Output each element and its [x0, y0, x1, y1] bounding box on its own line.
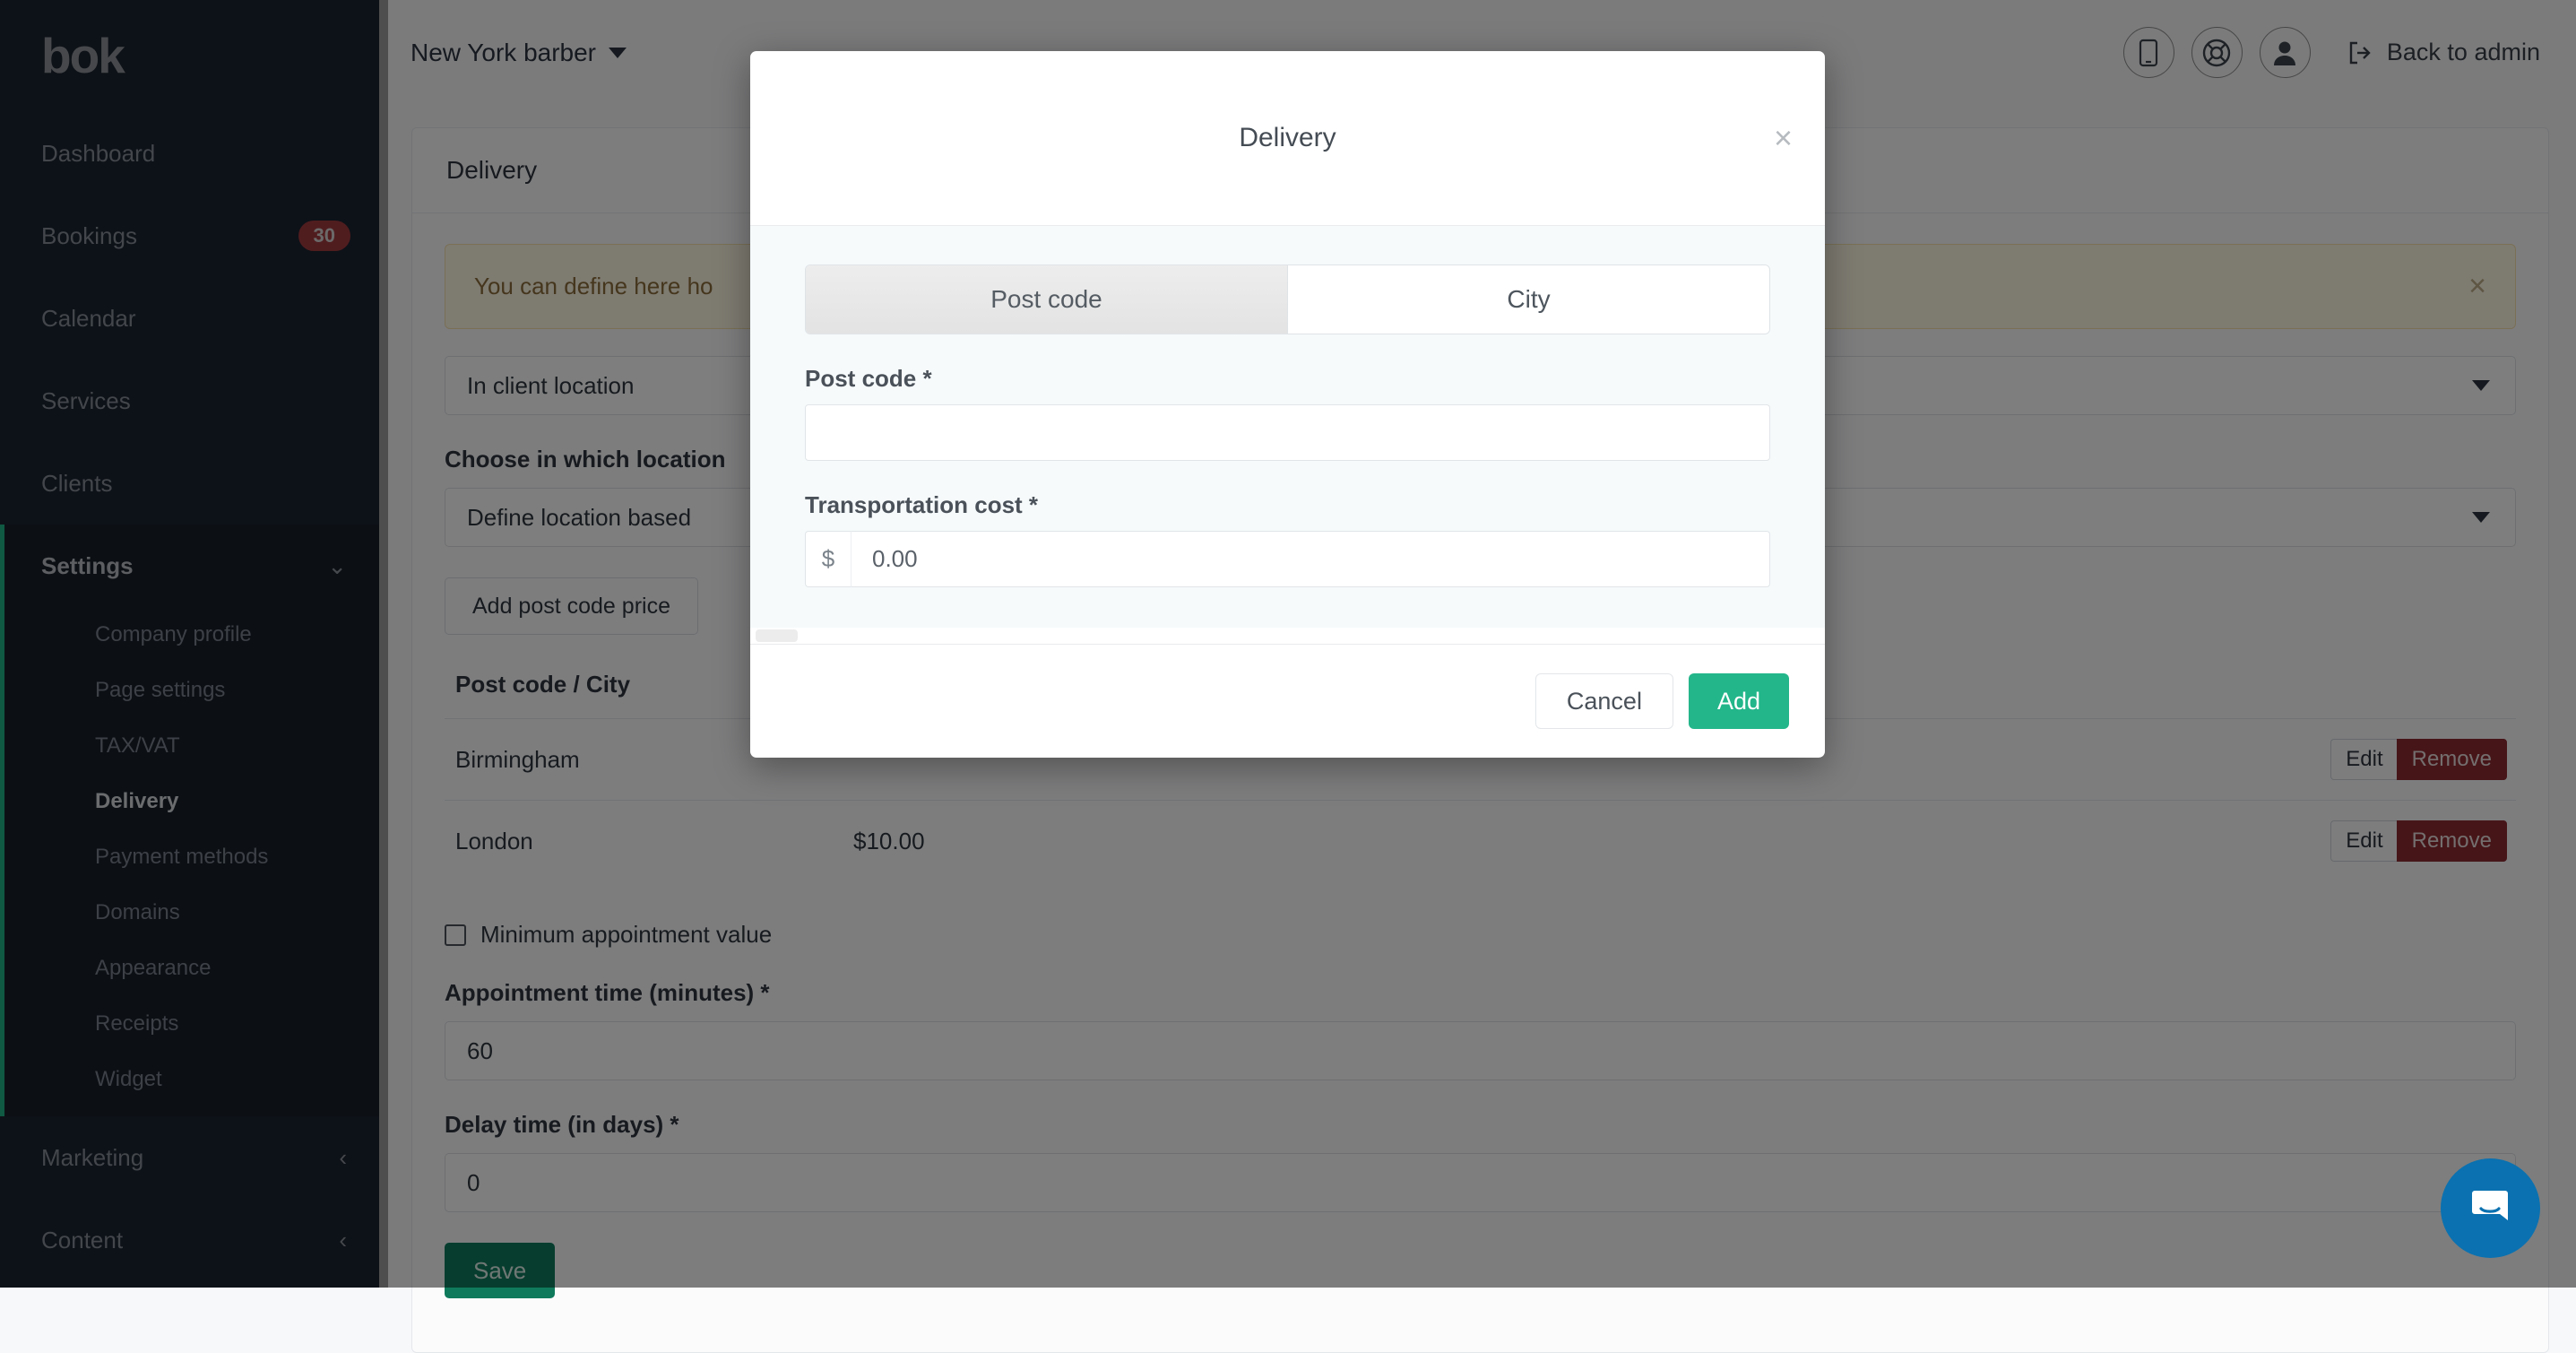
scrollbar-thumb[interactable] [756, 629, 798, 642]
currency-symbol: $ [805, 531, 851, 587]
modal-body: Post code City Post code * Transportatio… [750, 226, 1825, 628]
modal-horizontal-scrollbar[interactable] [750, 628, 1825, 644]
modal-footer: Cancel Add [750, 644, 1825, 758]
delivery-modal: Delivery × Post code City Post code * Tr… [750, 51, 1825, 758]
modal-title: Delivery [1239, 123, 1336, 153]
transportation-cost-label: Transportation cost * [805, 491, 1770, 519]
transportation-cost-input[interactable]: 0.00 [851, 531, 1770, 587]
cancel-button[interactable]: Cancel [1535, 673, 1673, 729]
tab-city[interactable]: City [1288, 265, 1769, 334]
modal-tabs: Post code City [805, 265, 1770, 334]
transportation-cost-group: $ 0.00 [805, 531, 1770, 587]
post-code-input[interactable] [805, 404, 1770, 461]
intercom-chat-button[interactable] [2441, 1158, 2540, 1258]
modal-header: Delivery × [750, 51, 1825, 226]
add-button[interactable]: Add [1689, 673, 1789, 729]
chat-bubble-icon [2466, 1184, 2516, 1234]
tab-post-code[interactable]: Post code [806, 265, 1288, 334]
transportation-cost-value: 0.00 [872, 545, 918, 573]
close-icon[interactable]: × [1774, 122, 1793, 154]
post-code-label: Post code * [805, 365, 1770, 393]
